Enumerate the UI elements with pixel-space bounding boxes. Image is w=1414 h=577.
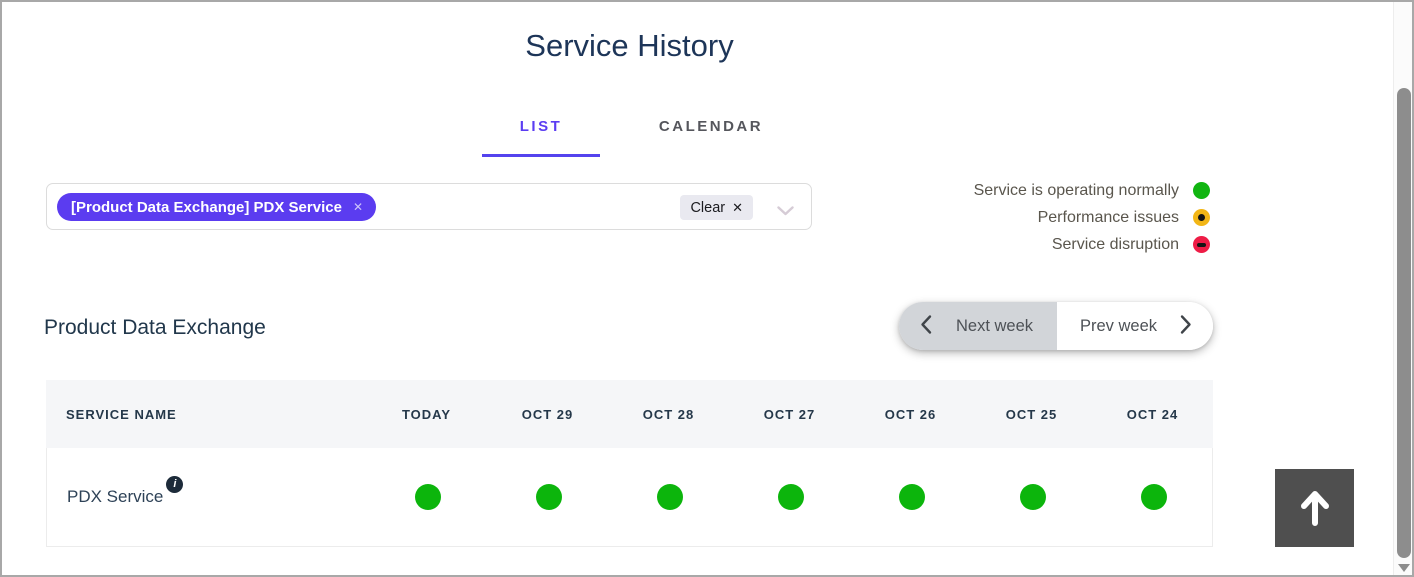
col-header-today: TODAY xyxy=(366,407,487,422)
tab-list[interactable]: LIST xyxy=(482,118,600,135)
chip-remove-icon[interactable]: ✕ xyxy=(353,200,363,214)
scroll-to-top-button[interactable] xyxy=(1275,469,1354,547)
legend-label: Service is operating normally xyxy=(974,182,1179,200)
arrow-up-icon xyxy=(1297,487,1333,530)
clear-button[interactable]: Clear ✕ xyxy=(680,195,753,220)
status-cell-oct-25 xyxy=(972,484,1093,510)
status-cell-today xyxy=(367,484,488,510)
col-header-service-name: SERVICE NAME xyxy=(46,407,366,422)
status-cell-oct-26 xyxy=(851,484,972,510)
status-legend: Service is operating normally Performanc… xyxy=(852,177,1210,258)
chevron-down-icon[interactable] xyxy=(777,203,794,221)
filter-chip-label: [Product Data Exchange] PDX Service xyxy=(71,199,342,216)
service-filter-input[interactable]: [Product Data Exchange] PDX Service ✕ Cl… xyxy=(46,183,812,230)
status-dot xyxy=(415,484,441,510)
status-dot xyxy=(899,484,925,510)
scrollbar[interactable] xyxy=(1393,2,1412,575)
service-name-cell: PDX Service i xyxy=(47,487,367,507)
status-cell-oct-28 xyxy=(609,484,730,510)
service-name: PDX Service xyxy=(67,487,163,507)
next-week-label: Next week xyxy=(932,317,1057,336)
table-row: PDX Service i xyxy=(46,448,1213,547)
section-title: Product Data Exchange xyxy=(44,316,266,340)
scrollbar-down-arrow-icon[interactable] xyxy=(1398,564,1410,572)
service-history-page: Service History LIST CALENDAR [Product D… xyxy=(0,0,1414,577)
status-dot xyxy=(536,484,562,510)
info-icon[interactable]: i xyxy=(166,476,183,493)
active-tab-underline xyxy=(482,154,600,157)
status-dot xyxy=(657,484,683,510)
chevron-right-icon xyxy=(1180,314,1192,338)
status-dot xyxy=(1141,484,1167,510)
legend-label: Service disruption xyxy=(1052,236,1179,254)
col-header-date: OCT 24 xyxy=(1092,407,1213,422)
legend-label: Performance issues xyxy=(1038,209,1179,227)
prev-week-button[interactable]: Prev week xyxy=(1057,302,1213,350)
col-header-date: OCT 28 xyxy=(608,407,729,422)
col-header-date: OCT 27 xyxy=(729,407,850,422)
status-dot xyxy=(778,484,804,510)
col-header-date: OCT 25 xyxy=(971,407,1092,422)
status-dot xyxy=(1020,484,1046,510)
week-navigation: Next week Prev week xyxy=(899,302,1213,350)
status-disruption-icon xyxy=(1193,236,1210,253)
status-cell-oct-24 xyxy=(1093,484,1214,510)
prev-week-label: Prev week xyxy=(1057,317,1180,336)
scrollbar-thumb[interactable] xyxy=(1397,88,1411,558)
status-normal-icon xyxy=(1193,182,1210,199)
chevron-left-icon xyxy=(920,314,932,338)
status-cell-oct-27 xyxy=(730,484,851,510)
clear-x-icon: ✕ xyxy=(732,200,743,216)
status-warning-icon xyxy=(1193,209,1210,226)
col-header-date: OCT 29 xyxy=(487,407,608,422)
service-history-table: SERVICE NAME TODAY OCT 29 OCT 28 OCT 27 … xyxy=(46,380,1213,547)
next-week-button[interactable]: Next week xyxy=(899,302,1057,350)
warning-inner-dot xyxy=(1198,214,1205,221)
table-header-row: SERVICE NAME TODAY OCT 29 OCT 28 OCT 27 … xyxy=(46,380,1213,448)
clear-button-label: Clear xyxy=(690,200,725,216)
legend-item-warning: Performance issues xyxy=(852,204,1210,231)
legend-item-disruption: Service disruption xyxy=(852,231,1210,258)
status-cell-oct-29 xyxy=(488,484,609,510)
disruption-inner-bar xyxy=(1197,243,1206,247)
legend-item-normal: Service is operating normally xyxy=(852,177,1210,204)
col-header-date: OCT 26 xyxy=(850,407,971,422)
filter-chip[interactable]: [Product Data Exchange] PDX Service ✕ xyxy=(57,193,376,221)
tab-calendar[interactable]: CALENDAR xyxy=(636,118,786,135)
page-title: Service History xyxy=(46,28,1213,64)
